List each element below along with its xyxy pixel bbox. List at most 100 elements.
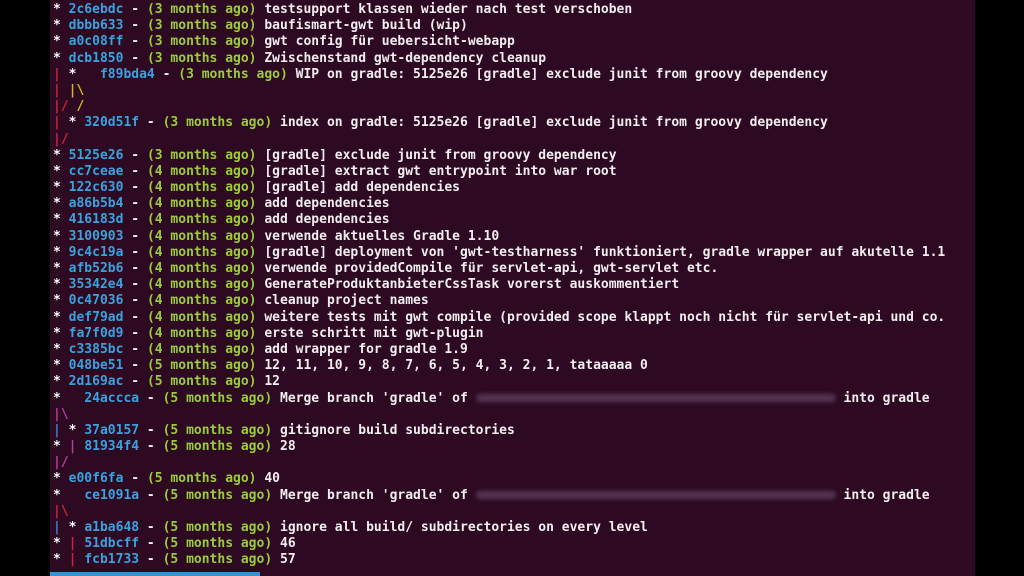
commit-date: (3 months ago) xyxy=(178,66,288,82)
commit-line: * c3385bc - (4 months ago) add wrapper f… xyxy=(53,342,975,358)
commit-date: (3 months ago) xyxy=(146,34,257,50)
graph-segment: * xyxy=(53,18,69,34)
commit-line: * 35342e4 - (4 months ago) GenerateProdu… xyxy=(53,277,975,293)
graph-segment: * xyxy=(53,244,69,260)
commit-line: | * a1ba648 - (5 months ago) ignore all … xyxy=(53,520,975,536)
separator: - xyxy=(139,536,163,552)
commit-date: (4 months ago) xyxy=(146,261,257,276)
commit-hash: 320d51f xyxy=(84,115,140,131)
graph-segment: * xyxy=(53,180,69,196)
commit-hash: a1ba648 xyxy=(84,520,140,535)
commit-date: (4 months ago) xyxy=(146,212,257,228)
commit-message: [gradle] add dependencies xyxy=(264,180,461,196)
graph-segment: | xyxy=(68,536,85,552)
commit-date: (3 months ago) xyxy=(146,50,257,66)
graph-segment: * xyxy=(53,309,69,325)
separator: - xyxy=(123,341,147,357)
commit-line: | * 37a0157 - (5 months ago) gitignore b… xyxy=(53,423,975,439)
commit-line: * fa7f0d9 - (4 months ago) erste schritt… xyxy=(53,326,975,342)
commit-line: * a0c08ff - (3 months ago) gwt config fü… xyxy=(53,34,975,50)
commit-date: (5 months ago) xyxy=(146,374,257,390)
commit-hash: 35342e4 xyxy=(68,277,124,293)
commit-line: * 5125e26 - (3 months ago) [gradle] excl… xyxy=(53,148,975,164)
commit-message: index on gradle: 5125e26 [gradle] exclud… xyxy=(280,115,828,131)
graph-segment: |\ xyxy=(53,406,69,422)
graph-segment: * xyxy=(53,2,69,17)
redacted-url xyxy=(475,394,836,402)
graph-segment: * xyxy=(53,374,69,390)
graph-segment: | xyxy=(53,66,69,82)
graph-segment: * xyxy=(53,163,69,179)
commit-line: * ce1091a - (5 months ago) Merge branch … xyxy=(53,488,975,504)
commit-line: * dcb1850 - (3 months ago) Zwischenstand… xyxy=(53,51,975,67)
separator: - xyxy=(139,552,163,568)
graph-segment: * xyxy=(53,536,69,552)
commit-line: * 9c4c19a - (4 months ago) [gradle] depl… xyxy=(53,245,975,261)
commit-date: (4 months ago) xyxy=(146,180,257,196)
commit-hash: 5125e26 xyxy=(68,147,124,163)
partial-line-highlight xyxy=(50,572,260,576)
commit-date: (5 months ago) xyxy=(146,358,257,374)
commit-date: (5 months ago) xyxy=(162,422,273,438)
commit-message: 12 xyxy=(264,374,280,390)
graph-segment: * xyxy=(53,390,85,406)
commit-message: cleanup project names xyxy=(264,293,429,309)
separator: - xyxy=(123,180,147,196)
commit-message: 57 xyxy=(280,552,296,568)
commit-date: (5 months ago) xyxy=(162,487,273,503)
commit-date: (4 months ago) xyxy=(146,228,257,244)
commit-date: (4 months ago) xyxy=(146,196,257,212)
commit-message: Merge branch 'gradle' of xyxy=(280,390,468,406)
graph-segment: * xyxy=(53,261,69,276)
graph-segment: |/ xyxy=(53,99,77,115)
graph-segment: | xyxy=(68,439,85,455)
commit-hash: 048be51 xyxy=(68,358,124,374)
commit-hash: f89bda4 xyxy=(99,66,155,82)
commit-message: Zwischenstand gwt-dependency cleanup xyxy=(264,50,547,66)
separator: - xyxy=(123,374,147,390)
graph-line: | |\ xyxy=(53,83,975,99)
commit-hash: 0c47036 xyxy=(68,293,124,309)
separator: - xyxy=(154,66,179,82)
commit-line: * def79ad - (4 months ago) weitere tests… xyxy=(53,310,975,326)
commit-hash: 122c630 xyxy=(68,180,124,196)
commit-date: (3 months ago) xyxy=(146,2,257,17)
commit-line: * a86b5b4 - (4 months ago) add dependenc… xyxy=(53,196,975,212)
separator: - xyxy=(123,244,147,260)
commit-date: (3 months ago) xyxy=(146,147,257,163)
separator: - xyxy=(123,2,147,17)
graph-segment: * xyxy=(53,147,69,163)
commit-message: WIP on gradle: 5125e26 [gradle] exclude … xyxy=(295,66,828,82)
commit-line: * | 81934f4 - (5 months ago) 28 xyxy=(53,439,975,455)
commit-message: Merge branch 'gradle' of xyxy=(280,487,468,503)
separator: - xyxy=(123,228,147,244)
commit-line: * 2c6ebdc - (3 months ago) testsupport k… xyxy=(53,2,975,18)
commit-date: (4 months ago) xyxy=(146,309,257,325)
terminal-window[interactable]: * 2c6ebdc - (3 months ago) testsupport k… xyxy=(50,0,975,576)
commit-message: add dependencies xyxy=(264,196,390,212)
graph-segment: * xyxy=(68,422,85,438)
commit-date: (5 months ago) xyxy=(146,471,257,487)
git-log-output: * 2c6ebdc - (3 months ago) testsupport k… xyxy=(53,2,975,569)
commit-hash: dcb1850 xyxy=(68,50,124,66)
commit-message: [gradle] deployment von 'gwt-testharness… xyxy=(264,244,946,260)
commit-hash: fcb1733 xyxy=(84,552,140,568)
separator: - xyxy=(123,50,147,66)
commit-line: * 416183d - (4 months ago) add dependenc… xyxy=(53,212,975,228)
commit-message-tail: into gradle xyxy=(843,487,930,503)
commit-date: (4 months ago) xyxy=(146,277,257,293)
separator: - xyxy=(123,163,147,179)
commit-message: erste schritt mit gwt-plugin xyxy=(264,325,484,341)
commit-date: (4 months ago) xyxy=(146,325,257,341)
commit-date: (5 months ago) xyxy=(162,390,273,406)
graph-segment: | xyxy=(68,552,85,568)
graph-line: |/ / xyxy=(53,99,975,115)
commit-message-tail: into gradle xyxy=(843,390,930,406)
graph-segment: * xyxy=(53,341,69,357)
commit-message: baufismart-gwt build (wip) xyxy=(264,18,468,34)
commit-date: (5 months ago) xyxy=(162,520,273,535)
commit-hash: 24accca xyxy=(84,390,140,406)
separator: - xyxy=(123,309,147,325)
commit-hash: 2c6ebdc xyxy=(68,2,124,17)
graph-segment: |/ xyxy=(53,455,69,471)
